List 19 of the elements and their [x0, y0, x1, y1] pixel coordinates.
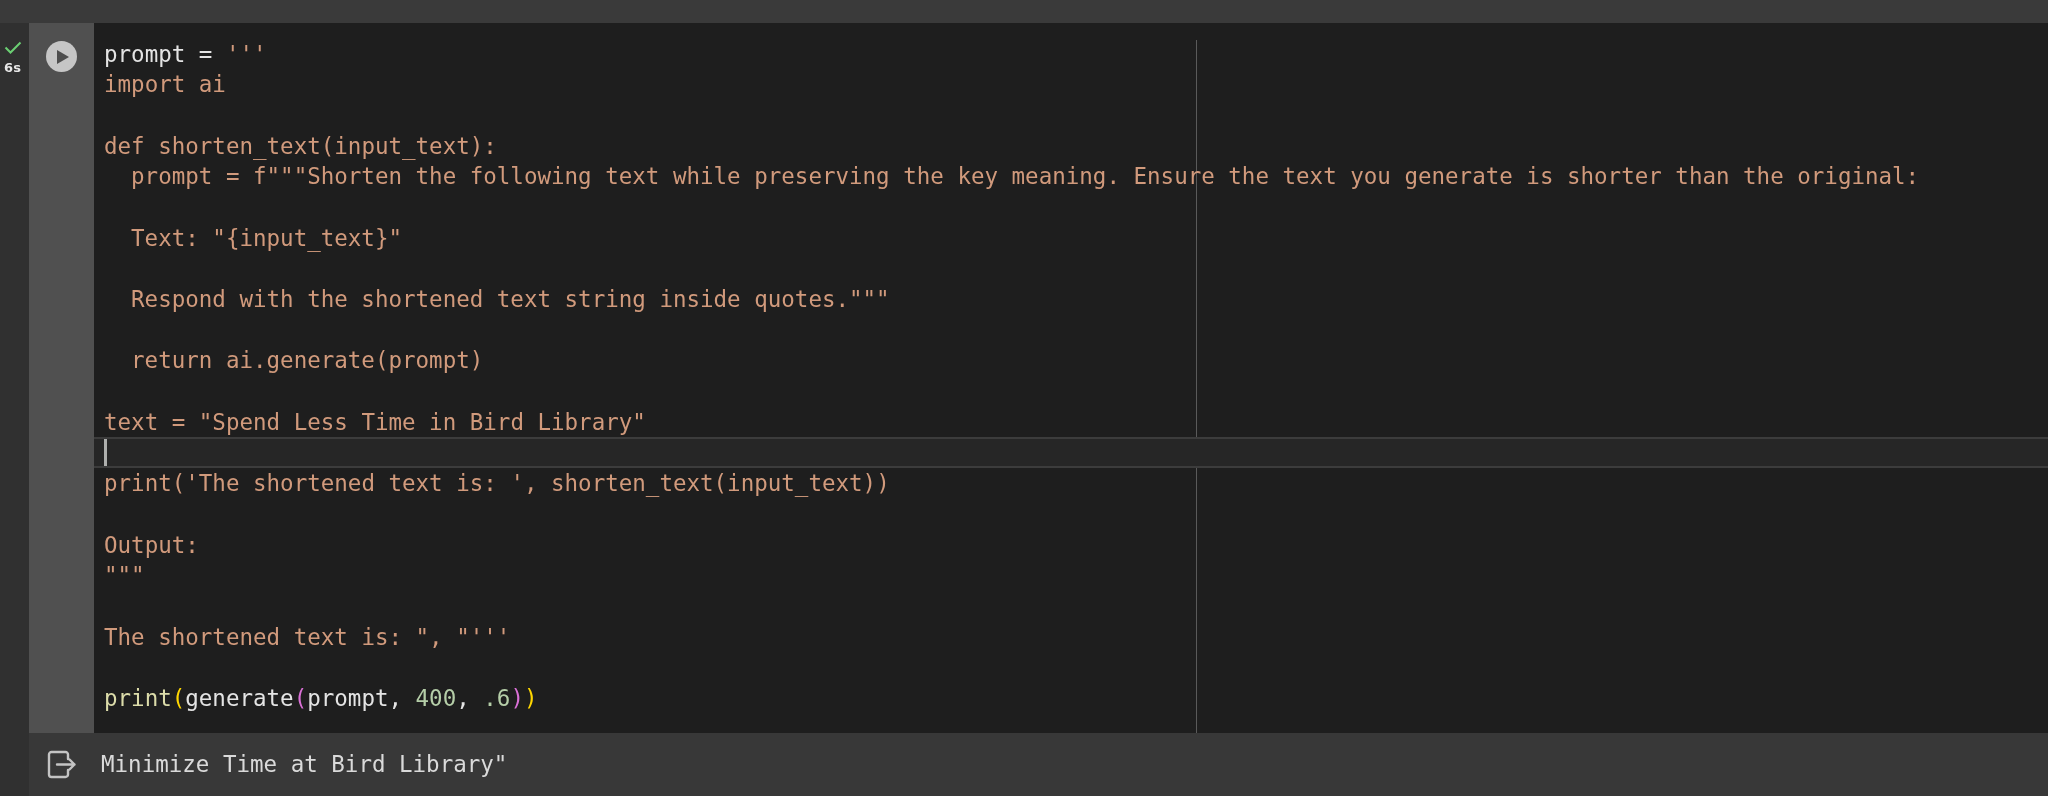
- run-duration: 6s: [4, 60, 21, 75]
- code-line: The shortened text is: ", "''': [104, 622, 511, 652]
- code-line: import ai: [104, 70, 226, 100]
- output-text: Minimize Time at Bird Library": [101, 751, 508, 778]
- box-arrow-icon: [47, 749, 77, 779]
- code-line: """: [104, 561, 145, 591]
- code-line: def shorten_text(input_text):: [104, 131, 497, 162]
- play-icon: [57, 49, 69, 64]
- code-line: prompt = f"""Shorten the following text while preserving the key meaning. Ensure the text you generate is shorter than the original:: [131, 162, 1920, 192]
- code-line: text = "Spend Less Time in Bird Library": [104, 407, 646, 437]
- code-line: Respond with the shortened text string inside quotes.""": [131, 285, 890, 314]
- code-line: Output:: [104, 530, 199, 560]
- code-line: print(generate(prompt, 400, .6)): [104, 683, 538, 713]
- run-button[interactable]: [46, 41, 77, 72]
- code-line: print('The shortened text is: ', shorten_text(input_text)): [104, 469, 890, 499]
- text-cursor: [104, 439, 107, 467]
- code-line: prompt = ''': [104, 39, 267, 69]
- code-line: return ai.generate(prompt): [131, 346, 484, 376]
- code-line: Text: "{input_text}": [131, 223, 402, 254]
